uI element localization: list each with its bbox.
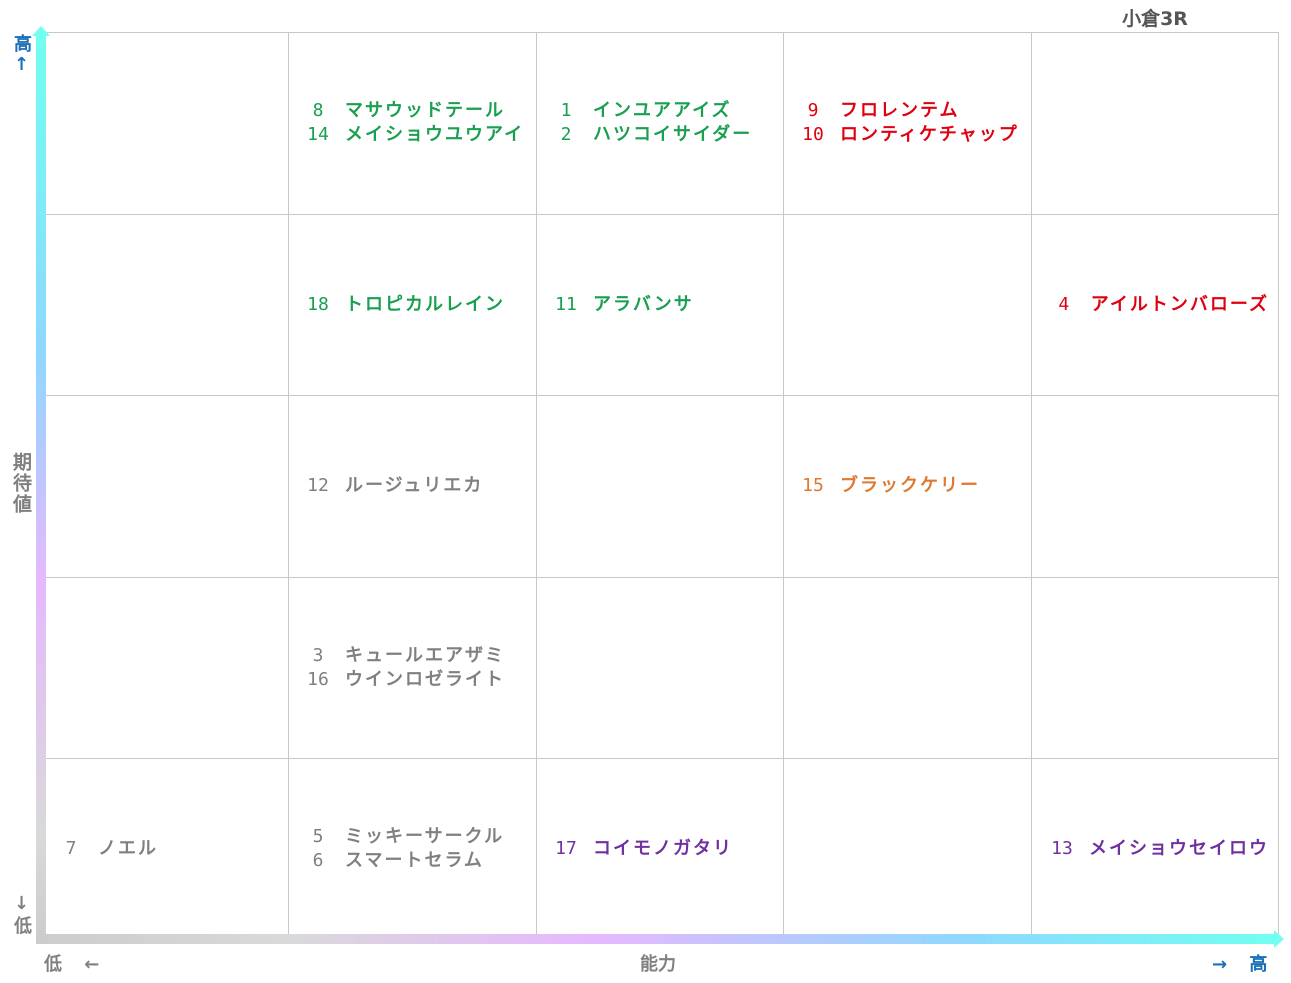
matrix-cell: 11 アラバンサ [537,214,784,396]
horse-entry: 18 トロピカルレイン [303,293,536,317]
horse-number: 8 [312,100,324,121]
horse-number: 16 [307,669,329,690]
horse-name: マサウッドテール [345,100,505,121]
y-axis-low-label: ↓低 [11,893,32,936]
horse-entry: 16 ウインロゼライト [303,668,536,692]
matrix-cell: 15 ブラックケリー [784,395,1031,577]
matrix-cell: 13 メイショウセイロウ [1032,758,1279,940]
horse-entry: 14 メイショウユウアイ [303,123,536,147]
horse-entry: 17 コイモノガタリ [551,837,784,861]
horse-number: 17 [555,838,577,859]
horse-entry: 7 ノエル [56,837,289,861]
matrix-cell: 18 トロピカルレイン [289,214,536,396]
y-axis-arrow [36,32,46,944]
horse-number: 2 [560,124,572,145]
x-axis-low-label: 低 ← [44,954,108,975]
horse-name: インユアアイズ [593,100,732,121]
horse-entry: 15 ブラックケリー [798,474,1031,498]
horse-entry: 6 スマートセラム [303,849,536,873]
horse-number: 18 [307,294,329,315]
grid-row-divider [42,577,1279,578]
matrix-cell: 1 インユアアイズ 2 ハツコイサイダー [537,32,784,214]
horse-name: メイショウセイロウ [1089,838,1269,859]
horse-name: スマートセラム [345,850,484,871]
matrix-cell: 5 ミッキーサークル 6 スマートセラム [289,758,536,940]
y-axis-arrowhead [32,26,50,36]
x-axis-arrowhead [1274,930,1284,948]
horse-name: フロレンテム [840,100,960,121]
horse-name: メイショウユウアイ [345,124,525,145]
x-axis-title: 能力 [640,954,676,975]
horse-name: アイルトンバローズ [1090,294,1269,315]
horse-entry: 10 ロンティケチャップ [798,123,1031,147]
horse-number: 4 [1058,294,1070,315]
horse-name: トロピカルレイン [345,294,505,315]
horse-name: キュールエアザミ [345,645,505,666]
horse-number: 12 [307,475,329,496]
horse-number: 14 [307,124,329,145]
horse-entry: 1 インユアアイズ [551,99,784,123]
horse-number: 5 [312,826,324,847]
horse-name: コイモノガタリ [593,838,733,859]
horse-name: ウインロゼライト [345,669,505,690]
horse-entry: 12 ルージュリエカ [303,474,536,498]
horse-number: 7 [65,838,77,859]
horse-number: 1 [560,100,572,121]
matrix-cell: 3 キュールエアザミ 16 ウインロゼライト [289,577,536,759]
chart-title: 小倉3R [1122,8,1188,30]
horse-name: ブラックケリー [840,475,980,496]
matrix-cell: 8 マサウッドテール 14 メイショウユウアイ [289,32,536,214]
matrix-grid: 8 マサウッドテール 14 メイショウユウアイ 1 インユアアイズ 2 ハツコイサイダー 9 フロ… [42,32,1279,940]
horse-name: ミッキーサークル [345,826,505,847]
horse-entry: 4 アイルトンバローズ [1049,293,1269,317]
horse-number: 15 [802,475,824,496]
horse-name: ハツコイサイダー [593,124,753,145]
horse-name: ロンティケチャップ [840,124,1019,145]
matrix-cell: 12 ルージュリエカ [289,395,536,577]
horse-entry: 2 ハツコイサイダー [551,123,784,147]
matrix-cell: 17 コイモノガタリ [537,758,784,940]
horse-entry: 11 アラバンサ [551,293,784,317]
horse-entry: 8 マサウッドテール [303,99,536,123]
horse-entry: 13 メイショウセイロウ [1047,837,1269,861]
x-axis-high-label: → 高 [1212,954,1276,975]
horse-entry: 5 ミッキーサークル [303,825,536,849]
matrix-cell: 7 ノエル [42,758,289,940]
horse-name: ノエル [98,838,158,859]
horse-number: 6 [312,850,324,871]
y-axis-high-label: 高↑ [11,34,32,77]
y-axis-title: 期待値 [10,452,32,515]
matrix-cell: 4 アイルトンバローズ [1032,214,1279,396]
horse-entry: 3 キュールエアザミ [303,644,536,668]
matrix-cell: 9 フロレンテム 10 ロンティケチャップ [784,32,1031,214]
horse-number: 3 [312,645,324,666]
horse-number: 9 [807,100,819,121]
horse-number: 11 [555,294,577,315]
horse-number: 13 [1051,838,1073,859]
horse-number: 10 [802,124,824,145]
horse-entry: 9 フロレンテム [798,99,1031,123]
horse-name: ルージュリエカ [345,475,484,496]
horse-name: アラバンサ [593,294,694,315]
x-axis-arrow [36,934,1276,944]
